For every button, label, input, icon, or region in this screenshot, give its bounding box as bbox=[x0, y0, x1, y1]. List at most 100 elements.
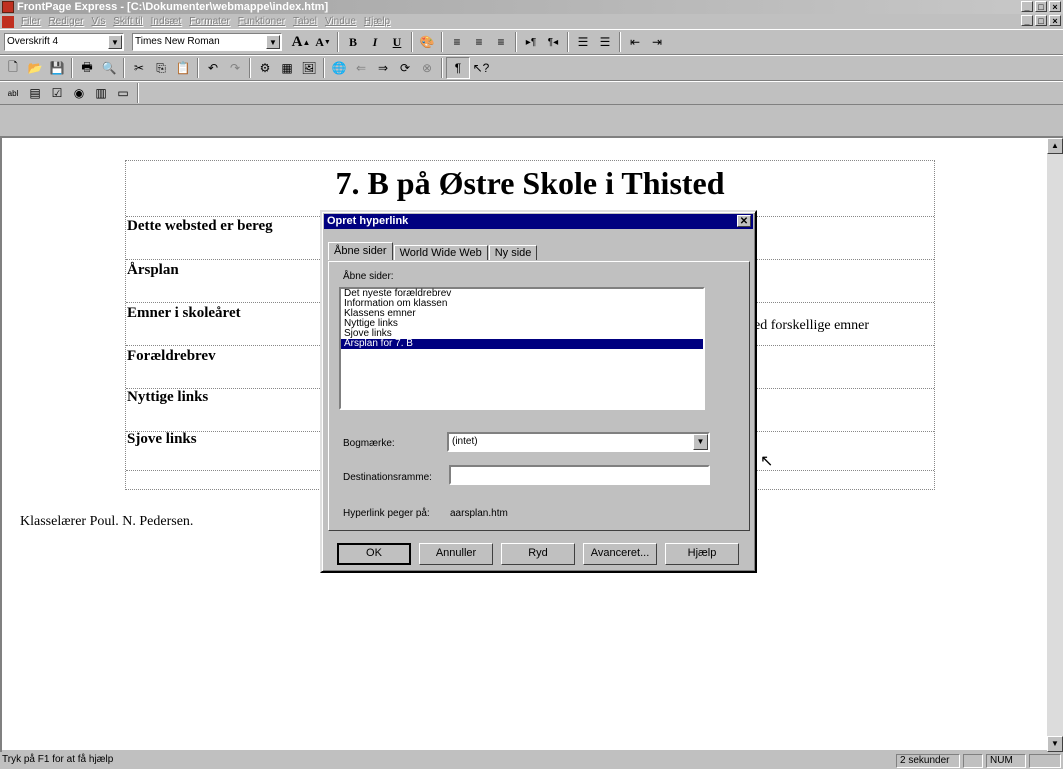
format-toolbar: Overskrift 4 ▼ Times New Roman ▼ A ▲ A ▼ B… bbox=[0, 29, 1063, 55]
menu-hjaelp[interactable]: Hjælp bbox=[360, 16, 394, 27]
list-item[interactable]: Nyttige links bbox=[341, 319, 703, 329]
document-icon[interactable] bbox=[2, 15, 14, 28]
vertical-scrollbar[interactable]: ▲ ▼ bbox=[1047, 138, 1063, 752]
dialog-tabs: Åbne sider World Wide Web Ny side bbox=[328, 242, 538, 260]
dialog-close-icon[interactable]: ✕ bbox=[737, 215, 751, 227]
status-help-text: Tryk på F1 for at få hjælp bbox=[2, 754, 114, 765]
row-label-sjove-links: Sjove links bbox=[127, 431, 197, 447]
undo-icon[interactable]: ↶ bbox=[202, 58, 224, 78]
menu-funktioner[interactable]: Funktioner bbox=[234, 16, 289, 27]
save-icon[interactable]: 💾 bbox=[46, 58, 68, 78]
underline-icon[interactable]: U bbox=[386, 32, 408, 52]
context-help-icon[interactable]: ↖? bbox=[470, 58, 492, 78]
scroll-down-icon[interactable]: ▼ bbox=[1047, 736, 1063, 752]
bold-icon[interactable]: B bbox=[342, 32, 364, 52]
numbered-list-icon[interactable]: ☰ bbox=[572, 32, 594, 52]
hyperlink-target-label: Hyperlink peger på: bbox=[343, 508, 430, 519]
status-empty-panel bbox=[963, 754, 983, 768]
checkbox-field-icon[interactable]: ☑ bbox=[46, 83, 68, 103]
italic-icon[interactable]: I bbox=[364, 32, 386, 52]
maximize-button[interactable]: □ bbox=[1035, 1, 1047, 12]
target-frame-label: Destinationsramme: bbox=[343, 472, 432, 483]
menu-rediger[interactable]: Rediger bbox=[44, 16, 87, 27]
dialog-title: Opret hyperlink bbox=[327, 215, 409, 227]
scrolling-textbox-icon[interactable]: ▤ bbox=[24, 83, 46, 103]
tab-world-wide-web[interactable]: World Wide Web bbox=[393, 245, 488, 260]
font-dropdown-arrow-icon[interactable]: ▼ bbox=[266, 35, 280, 49]
minimize-button[interactable]: _ bbox=[1021, 1, 1033, 12]
clear-button[interactable]: Ryd bbox=[501, 543, 575, 565]
close-button[interactable]: × bbox=[1049, 1, 1061, 12]
copy-icon[interactable]: ⎘ bbox=[150, 58, 172, 78]
menu-tabel[interactable]: Tabel bbox=[289, 16, 321, 27]
push-button-field-icon[interactable]: ▭ bbox=[112, 83, 134, 103]
advanced-button[interactable]: Avanceret... bbox=[583, 543, 657, 565]
bookmark-dropdown-arrow-icon[interactable]: ▼ bbox=[693, 434, 708, 450]
cut-icon[interactable]: ✂ bbox=[128, 58, 150, 78]
align-left-icon[interactable]: ≡ bbox=[446, 32, 468, 52]
increase-font-icon[interactable]: A ▲ bbox=[290, 32, 312, 52]
doc-restore-button[interactable]: □ bbox=[1035, 15, 1047, 26]
menu-formater[interactable]: Formater bbox=[185, 16, 234, 27]
decrease-font-icon[interactable]: A ▼ bbox=[312, 32, 334, 52]
style-dropdown-arrow-icon[interactable]: ▼ bbox=[108, 35, 122, 49]
increase-indent-icon[interactable]: ⇥ bbox=[646, 32, 668, 52]
help-button[interactable]: Hjælp bbox=[665, 543, 739, 565]
stop-icon[interactable]: ⊗ bbox=[416, 58, 438, 78]
textbox-field-icon[interactable]: abl bbox=[2, 83, 24, 103]
create-hyperlink-dialog: Opret hyperlink ✕ Åbne sider World Wide … bbox=[320, 210, 757, 573]
redo-icon[interactable]: ↷ bbox=[224, 58, 246, 78]
insert-table-icon[interactable]: ▦ bbox=[276, 58, 298, 78]
font-select[interactable]: Times New Roman ▼ bbox=[132, 33, 282, 51]
tab-ny-side[interactable]: Ny side bbox=[488, 245, 538, 260]
row-label-foraeldrebrev: Forældrebrev bbox=[127, 348, 216, 364]
radio-button-field-icon[interactable]: ◉ bbox=[68, 83, 90, 103]
status-extra-panel bbox=[1029, 754, 1061, 768]
menu-skift-til[interactable]: Skift til bbox=[109, 16, 146, 27]
decrease-indent-icon[interactable]: ⇤ bbox=[624, 32, 646, 52]
insert-image-icon[interactable]: 🖼 bbox=[298, 58, 320, 78]
bookmark-label: Bogmærke: bbox=[343, 438, 395, 449]
row-text-emner: ed forskellige emner bbox=[754, 318, 870, 333]
teacher-footer: Klasselærer Poul. N. Pedersen. bbox=[20, 514, 194, 529]
hyperlink-target-value: aarsplan.htm bbox=[450, 508, 508, 519]
scroll-up-icon[interactable]: ▲ bbox=[1047, 138, 1063, 154]
align-center-icon[interactable]: ≡ bbox=[468, 32, 490, 52]
text-color-icon[interactable]: 🎨 bbox=[416, 32, 438, 52]
open-icon[interactable]: 📂 bbox=[24, 58, 46, 78]
doc-close-button[interactable]: × bbox=[1049, 15, 1061, 26]
align-right-icon[interactable]: ≡ bbox=[490, 32, 512, 52]
list-item-selected[interactable]: Årsplan for 7. B bbox=[341, 339, 703, 349]
tab-aabne-sider[interactable]: Åbne sider bbox=[328, 242, 393, 260]
open-pages-label: Åbne sider: bbox=[343, 271, 394, 282]
dropdown-menu-field-icon[interactable]: ▥ bbox=[90, 83, 112, 103]
cancel-button[interactable]: Annuller bbox=[419, 543, 493, 565]
ok-button[interactable]: OK bbox=[337, 543, 411, 565]
rtl-paragraph-icon[interactable]: ¶◂ bbox=[542, 32, 564, 52]
mouse-pointer-icon: ↖ bbox=[760, 453, 774, 470]
print-preview-icon[interactable]: 🔍 bbox=[98, 58, 120, 78]
style-select[interactable]: Overskrift 4 ▼ bbox=[4, 33, 124, 51]
print-icon[interactable]: 🖶 bbox=[76, 58, 98, 78]
forms-toolbar: abl ▤ ☑ ◉ ▥ ▭ bbox=[0, 81, 1063, 105]
paste-icon[interactable]: 📋 bbox=[172, 58, 194, 78]
new-page-icon[interactable]: 🗋 bbox=[2, 58, 24, 78]
menu-vis[interactable]: Vis bbox=[87, 16, 109, 27]
refresh-icon[interactable]: ⟳ bbox=[394, 58, 416, 78]
ltr-paragraph-icon[interactable]: ▸¶ bbox=[520, 32, 542, 52]
hyperlink-icon[interactable]: 🌐 bbox=[328, 58, 350, 78]
frontpage-app-icon[interactable] bbox=[2, 1, 14, 13]
back-icon[interactable]: ⇐ bbox=[350, 58, 372, 78]
menu-filer[interactable]: Filer bbox=[17, 16, 44, 27]
insert-webbot-icon[interactable]: ⚙ bbox=[254, 58, 276, 78]
doc-minimize-button[interactable]: _ bbox=[1021, 15, 1033, 26]
forward-icon[interactable]: ⇒ bbox=[372, 58, 394, 78]
target-frame-input[interactable] bbox=[449, 465, 710, 485]
open-pages-list[interactable]: Det nyeste forældrebrev Information om k… bbox=[339, 287, 705, 410]
bullet-list-icon[interactable]: ☰ bbox=[594, 32, 616, 52]
menu-indsaet[interactable]: Indsæt bbox=[147, 16, 186, 27]
row-label-intro: Dette websted er bereg bbox=[127, 218, 273, 234]
show-paragraph-marks-icon[interactable]: ¶ bbox=[446, 57, 470, 79]
bookmark-select[interactable]: (intet) ▼ bbox=[447, 432, 710, 452]
menu-vindue[interactable]: Vindue bbox=[321, 16, 360, 27]
